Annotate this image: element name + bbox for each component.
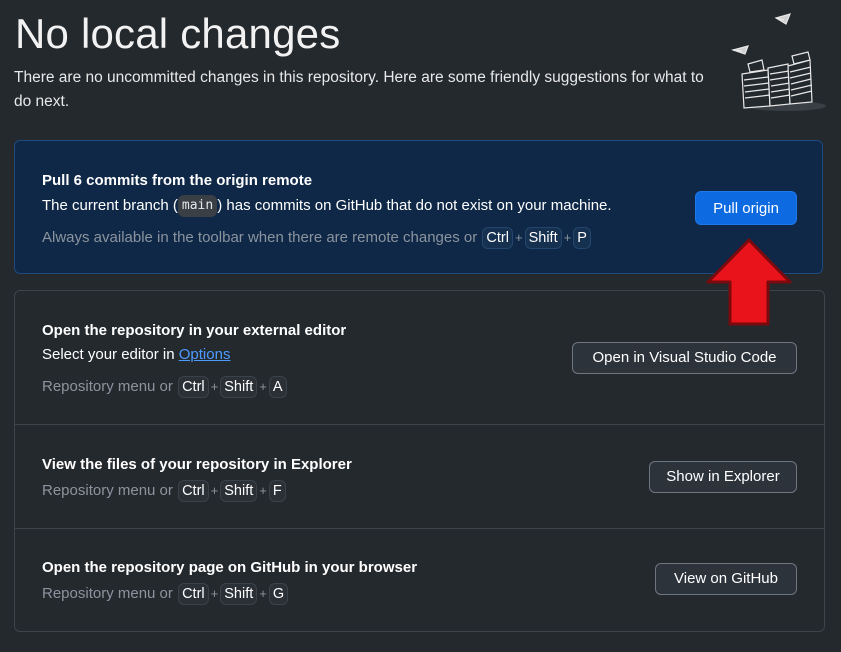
editor-hint-text: Repository menu or [42,378,173,395]
github-row: Open the repository page on GitHub in yo… [15,529,824,631]
editor-title: Open the repository in your external edi… [42,322,347,339]
pull-hint: Always available in the toolbar when the… [42,227,592,249]
options-link[interactable]: Options [179,346,231,363]
page-subtitle: There are no uncommitted changes in this… [14,69,704,110]
kbd-ctrl: Ctrl [178,480,209,502]
kbd-shift: Shift [220,583,258,605]
pull-title: Pull 6 commits from the origin remote [42,172,313,189]
explorer-row: View the files of your repository in Exp… [15,425,824,529]
pull-origin-button[interactable]: Pull origin [695,191,797,225]
editor-hint: Repository menu or Ctrl + Shift + A [42,376,288,398]
kbd-plus: + [259,586,267,601]
kbd-ctrl: Ctrl [482,227,513,249]
paper-stacks-illustration-icon [730,13,826,111]
kbd-shift: Shift [220,376,258,398]
show-in-explorer-button[interactable]: Show in Explorer [649,461,797,493]
open-in-vscode-button[interactable]: Open in Visual Studio Code [572,342,797,374]
kbd-a: A [268,376,287,398]
explorer-hint: Repository menu or Ctrl + Shift + F [42,480,287,502]
kbd-ctrl: Ctrl [178,583,209,605]
github-hint-text: Repository menu or [42,585,173,602]
editor-row: Open the repository in your external edi… [15,291,824,425]
kbd-plus: + [259,379,267,394]
kbd-p: P [573,227,591,249]
kbd-plus: + [563,230,572,245]
explorer-title: View the files of your repository in Exp… [42,456,352,473]
kbd-plus: + [210,379,219,394]
github-hint: Repository menu or Ctrl + Shift + G [42,583,289,605]
kbd-g: G [268,583,289,605]
kbd-plus: + [259,483,267,498]
editor-desc-prefix: Select your editor in [42,346,175,363]
pull-desc-suffix: ) has commits on GitHub that do not exis… [217,196,612,214]
editor-description: Select your editor in Options [42,346,230,363]
kbd-shift: Shift [220,480,258,502]
kbd-plus: + [210,483,219,498]
red-up-arrow-icon [706,238,792,326]
kbd-f: F [268,480,286,502]
kbd-shift: Shift [524,227,562,249]
pull-desc-prefix: The current branch ( [42,196,178,214]
branch-code: main [177,195,218,217]
explorer-hint-text: Repository menu or [42,482,173,499]
kbd-plus: + [514,230,523,245]
pull-description: The current branch (main) has commits on… [42,195,612,217]
kbd-plus: + [210,586,219,601]
page-title: No local changes [15,10,341,57]
pull-hint-text: Always available in the toolbar when the… [42,229,478,246]
github-title: Open the repository page on GitHub in yo… [42,559,418,576]
suggestions-card: Open the repository in your external edi… [14,290,825,632]
view-on-github-button[interactable]: View on GitHub [655,563,797,595]
kbd-ctrl: Ctrl [178,376,209,398]
pull-card: Pull 6 commits from the origin remote Th… [14,140,823,274]
